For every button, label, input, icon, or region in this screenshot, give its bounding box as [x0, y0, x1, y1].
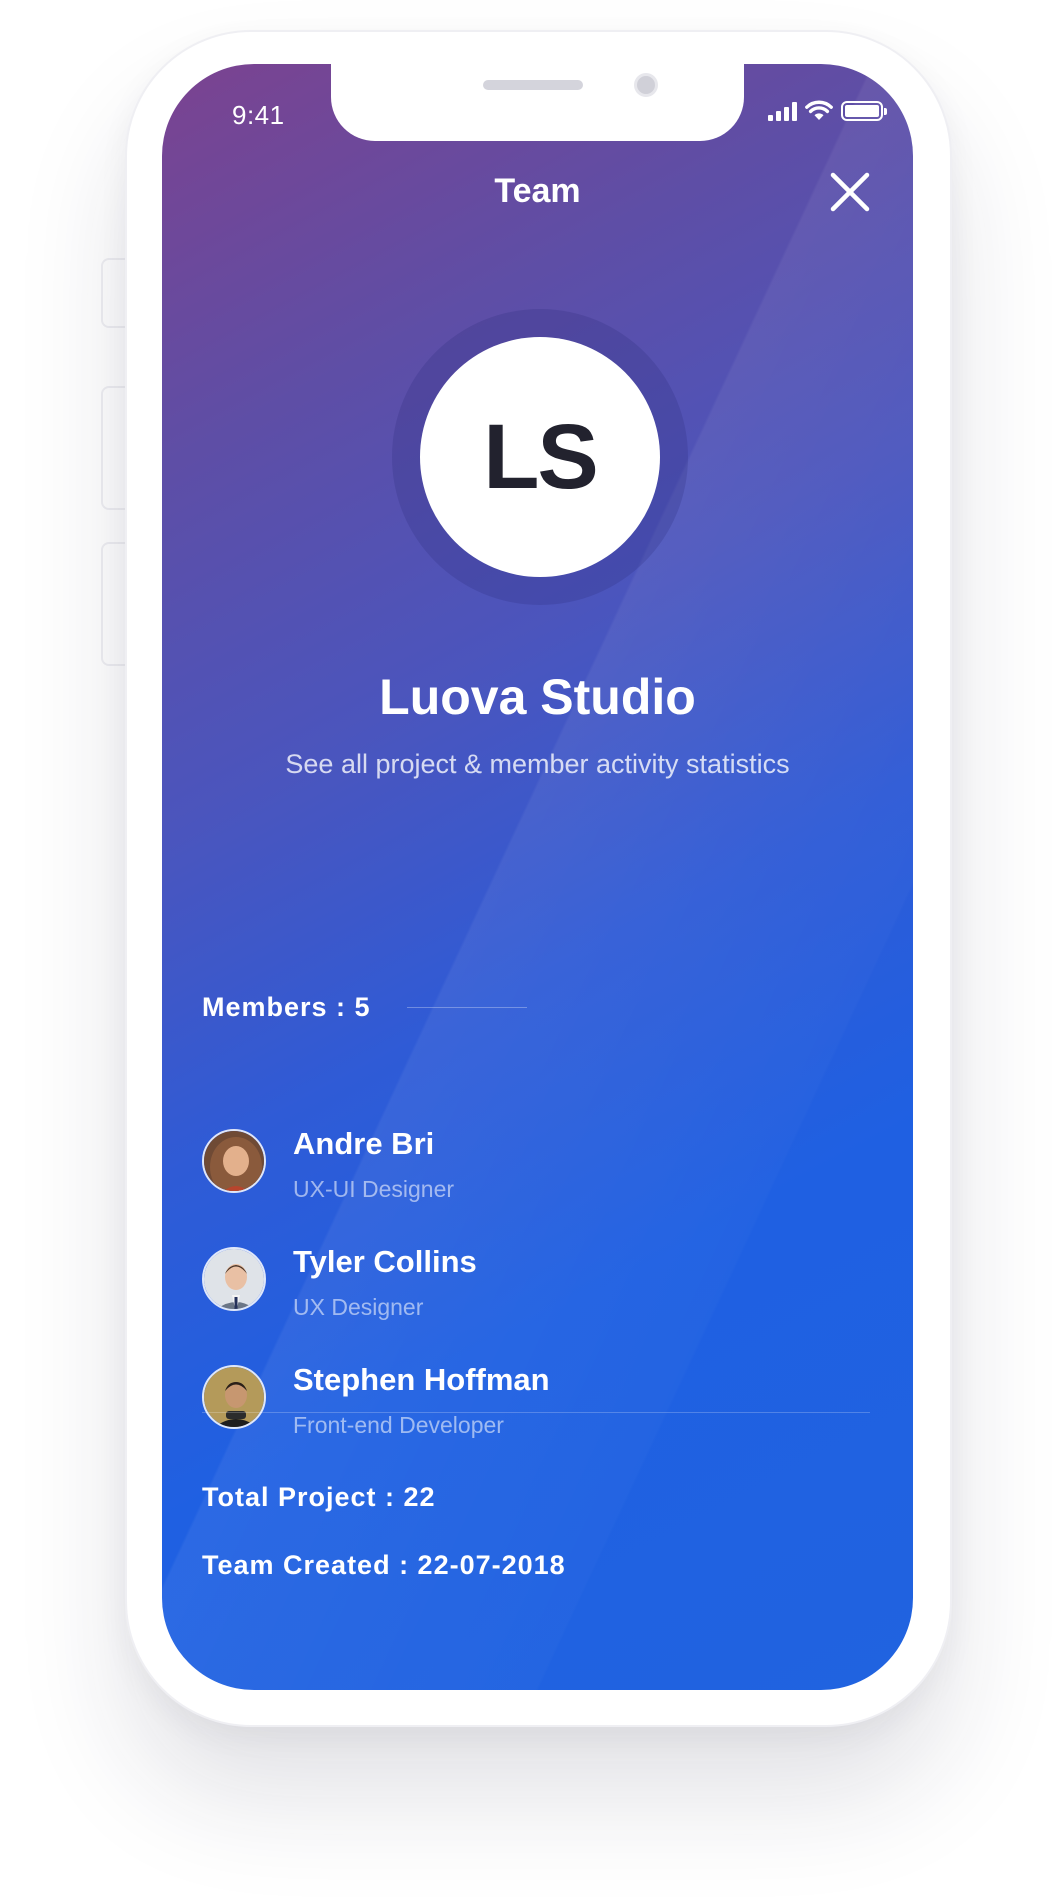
members-heading-rule — [406, 1007, 527, 1008]
members-heading: Members : 5 — [202, 992, 527, 1023]
member-row[interactable]: Andre Bri UX-UI Designer — [202, 1126, 802, 1206]
status-time: 9:41 — [232, 100, 285, 130]
team-created-stat: Team Created : 22-07-2018 — [202, 1550, 566, 1580]
team-name: Luova Studio — [379, 669, 696, 725]
total-project-stat: Total Project : 22 — [202, 1482, 436, 1512]
page-title: Team — [494, 172, 581, 210]
phone-volume-down-button — [101, 542, 127, 666]
member-avatar — [202, 1247, 266, 1311]
front-camera — [634, 73, 658, 97]
member-role: Front-end Developer — [293, 1412, 504, 1438]
team-avatar: LS — [420, 337, 660, 577]
member-name: Stephen Hoffman — [293, 1362, 550, 1397]
members-count-label: Members : 5 — [202, 992, 371, 1022]
section-divider — [202, 1412, 870, 1413]
member-role: UX-UI Designer — [293, 1176, 455, 1202]
member-name: Tyler Collins — [293, 1244, 477, 1279]
member-avatar — [202, 1365, 266, 1429]
team-screen: 9:41 Team LS Luova Studio See all projec… — [162, 64, 913, 1690]
member-row[interactable]: Tyler Collins UX Designer — [202, 1244, 802, 1324]
member-avatar — [202, 1129, 266, 1193]
member-role: UX Designer — [293, 1294, 424, 1320]
phone-notch — [331, 64, 744, 141]
close-icon — [830, 172, 870, 212]
status-icons — [768, 100, 887, 121]
speaker-grille — [483, 80, 583, 90]
phone-mute-switch — [101, 258, 127, 328]
background-sheen — [162, 64, 913, 1690]
battery-icon — [841, 100, 887, 121]
close-button[interactable] — [827, 169, 873, 215]
member-row[interactable]: Stephen Hoffman Front-end Developer — [202, 1362, 802, 1442]
wifi-icon — [805, 100, 833, 120]
phone-volume-up-button — [101, 386, 127, 510]
cellular-signal-icon — [768, 101, 797, 121]
team-subtitle: See all project & member activity statis… — [285, 749, 790, 779]
member-name: Andre Bri — [293, 1126, 435, 1161]
